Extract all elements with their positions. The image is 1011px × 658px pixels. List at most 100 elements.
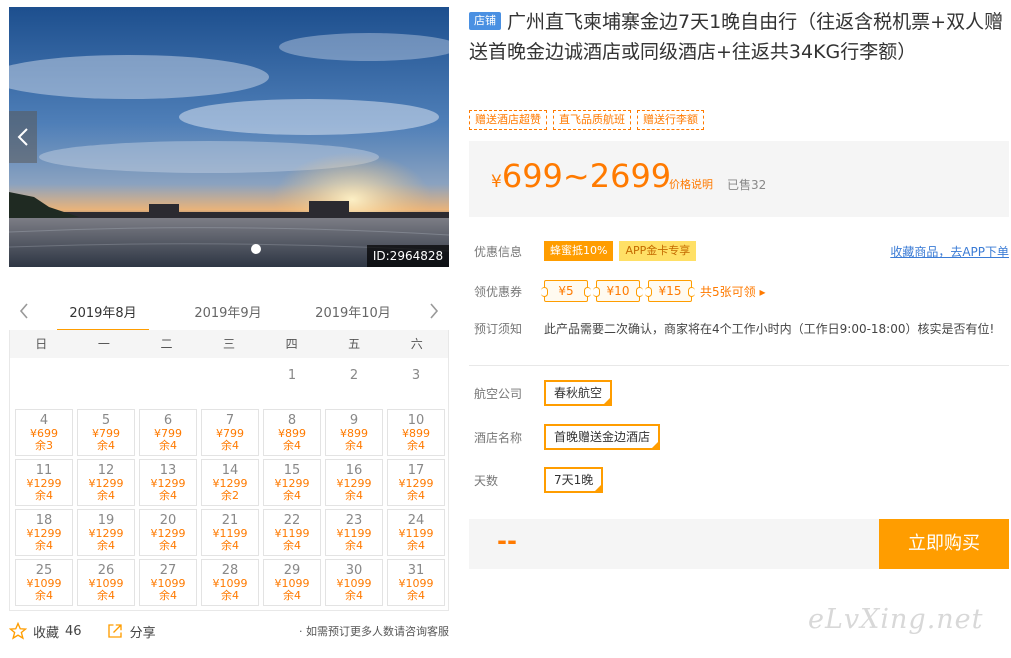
day-number: 8	[287, 413, 297, 428]
feature-tag: 赠送酒店超赞	[469, 110, 547, 130]
hotel-option-selected[interactable]: 首晚赠送金边酒店	[544, 424, 661, 450]
gallery-dot-active[interactable]	[251, 244, 261, 254]
calendar-day[interactable]: 19 ¥1299 余4	[77, 509, 135, 556]
calendar-day[interactable]: 20 ¥1299 余4	[139, 509, 197, 556]
product-title-text: 广州直飞柬埔寨金边7天1晚自由行（往返含税机票+双人赠送首晚金边诚酒店或同级酒店…	[469, 11, 1004, 63]
gallery-prev-button[interactable]	[9, 111, 37, 163]
calendar-day[interactable]: 22 ¥1199 余4	[263, 509, 321, 556]
day-remaining: 余4	[345, 489, 363, 502]
calendar-day[interactable]: 30 ¥1099 余4	[325, 559, 383, 606]
day-number: 24	[407, 513, 425, 528]
calendar-day[interactable]: 7 ¥799 余4	[201, 409, 259, 456]
month-tab-1[interactable]: 2019年8月	[57, 302, 149, 331]
month-tab-2[interactable]: 2019年9月	[182, 302, 274, 329]
calendar-day[interactable]: 24 ¥1199 余4	[387, 509, 445, 556]
day-number: 3	[411, 368, 421, 383]
day-number: 11	[35, 463, 53, 478]
month-tab-3[interactable]: 2019年10月	[307, 302, 399, 329]
favorite-button[interactable]: 收藏 46	[9, 622, 82, 641]
calendar-day[interactable]: 14 ¥1299 余2	[201, 459, 259, 506]
honey-discount-badge: 蜂蜜抵10%	[544, 241, 614, 261]
day-number: 1	[287, 368, 297, 383]
offers-label: 优惠信息	[474, 244, 523, 259]
calendar-day[interactable]: 18 ¥1299 余4	[15, 509, 73, 556]
calendar-day[interactable]: 28 ¥1099 余4	[201, 559, 259, 606]
offers-row: 优惠信息 蜂蜜抵10% APP金卡专享 收藏商品，去APP下单	[469, 241, 1009, 261]
calendar-day[interactable]: 6 ¥799 余4	[139, 409, 197, 456]
day-remaining: 余4	[159, 439, 177, 452]
weekday-label: 二	[160, 337, 173, 351]
calendar-day[interactable]: 27 ¥1099 余4	[139, 559, 197, 606]
calendar-day[interactable]: 26 ¥1099 余4	[77, 559, 135, 606]
coupons-row: 领优惠券 ¥5 ¥10 ¥15 共5张可领 ▸	[469, 280, 765, 302]
feature-tag: 直飞品质航班	[553, 110, 631, 130]
buy-now-button[interactable]: 立即购买	[879, 519, 1009, 569]
day-number: 17	[407, 463, 425, 478]
price-explanation-link[interactable]: 价格说明	[669, 176, 713, 192]
section-divider	[469, 365, 1009, 366]
days-label: 天数	[474, 473, 499, 488]
day-remaining: 余4	[221, 589, 239, 602]
day-remaining: 余4	[97, 439, 115, 452]
weekday-label: 四	[285, 337, 298, 351]
calendar-day[interactable]: 17 ¥1299 余4	[387, 459, 445, 506]
day-number: 30	[345, 563, 363, 578]
favorite-app-link[interactable]: 收藏商品，去APP下单	[890, 243, 1009, 260]
day-remaining: 余4	[407, 439, 425, 452]
coupon-15[interactable]: ¥15	[645, 280, 695, 302]
day-remaining: 余4	[283, 489, 301, 502]
calendar-day[interactable]: 21 ¥1199 余4	[201, 509, 259, 556]
day-number: 2	[349, 368, 359, 383]
calendar-day-unavailable: 3	[387, 361, 445, 408]
chevron-left-icon	[19, 303, 28, 319]
calendar-day[interactable]: 12 ¥1299 余4	[77, 459, 135, 506]
calendar-day[interactable]: 13 ¥1299 余4	[139, 459, 197, 506]
calendar-day[interactable]: 4 ¥699 余3	[15, 409, 73, 456]
day-number: 15	[283, 463, 301, 478]
day-number: 28	[221, 563, 239, 578]
product-detail: 店铺 广州直飞柬埔寨金边7天1晚自由行（往返含税机票+双人赠送首晚金边诚酒店或同级…	[469, 7, 1009, 569]
calendar-day[interactable]: 5 ¥799 余4	[77, 409, 135, 456]
photo-gallery[interactable]: ID:2964828	[9, 7, 449, 267]
calendar-day[interactable]: 31 ¥1099 余4	[387, 559, 445, 606]
price-box: ¥699~2699 价格说明 已售32	[469, 141, 1009, 217]
more-coupons-link[interactable]: 共5张可领 ▸	[700, 283, 765, 300]
day-remaining: 余4	[97, 489, 115, 502]
prev-month-button[interactable]	[15, 300, 33, 322]
calendar-day[interactable]: 15 ¥1299 余4	[263, 459, 321, 506]
coupon-10[interactable]: ¥10	[593, 280, 643, 302]
calendar-day[interactable]: 16 ¥1299 余4	[325, 459, 383, 506]
day-remaining: 余4	[345, 589, 363, 602]
weekday-label: 三	[223, 337, 236, 351]
day-number: 22	[283, 513, 301, 528]
next-month-button[interactable]	[425, 300, 443, 322]
calendar-day-unavailable: 1	[263, 361, 321, 408]
day-number: 26	[97, 563, 115, 578]
calendar-day[interactable]: 9 ¥899 余4	[325, 409, 383, 456]
coupon-5[interactable]: ¥5	[541, 280, 591, 302]
hotel-label: 酒店名称	[474, 430, 523, 445]
day-number: 13	[159, 463, 177, 478]
share-button[interactable]: 分享	[106, 622, 156, 641]
notice-text: 此产品需要二次确认，商家将在4个工作小时内（工作日9:00-18:00）核实是否…	[544, 322, 995, 336]
calendar-day[interactable]: 10 ¥899 余4	[387, 409, 445, 456]
day-remaining: 余4	[35, 539, 53, 552]
shop-badge[interactable]: 店铺	[469, 12, 501, 30]
calendar-day[interactable]: 11 ¥1299 余4	[15, 459, 73, 506]
star-icon	[9, 622, 27, 640]
calendar-day[interactable]: 23 ¥1199 余4	[325, 509, 383, 556]
feature-tags: 赠送酒店超赞 直飞品质航班 赠送行李额	[469, 110, 704, 130]
airline-option-selected[interactable]: 春秋航空	[544, 380, 613, 406]
price-amount: 699~2699	[501, 157, 672, 195]
calendar-day[interactable]: 25 ¥1099 余4	[15, 559, 73, 606]
calendar-day[interactable]: 8 ¥899 余4	[263, 409, 321, 456]
day-remaining: 余4	[35, 589, 53, 602]
days-option-selected[interactable]: 7天1晚	[544, 467, 604, 493]
photo-id-label: ID:2964828	[367, 245, 449, 267]
day-number: 25	[35, 563, 53, 578]
day-remaining: 余4	[159, 589, 177, 602]
weekday-label: 一	[97, 337, 110, 351]
calendar-day[interactable]: 29 ¥1099 余4	[263, 559, 321, 606]
total-price: --	[497, 527, 517, 555]
day-number: 19	[97, 513, 115, 528]
